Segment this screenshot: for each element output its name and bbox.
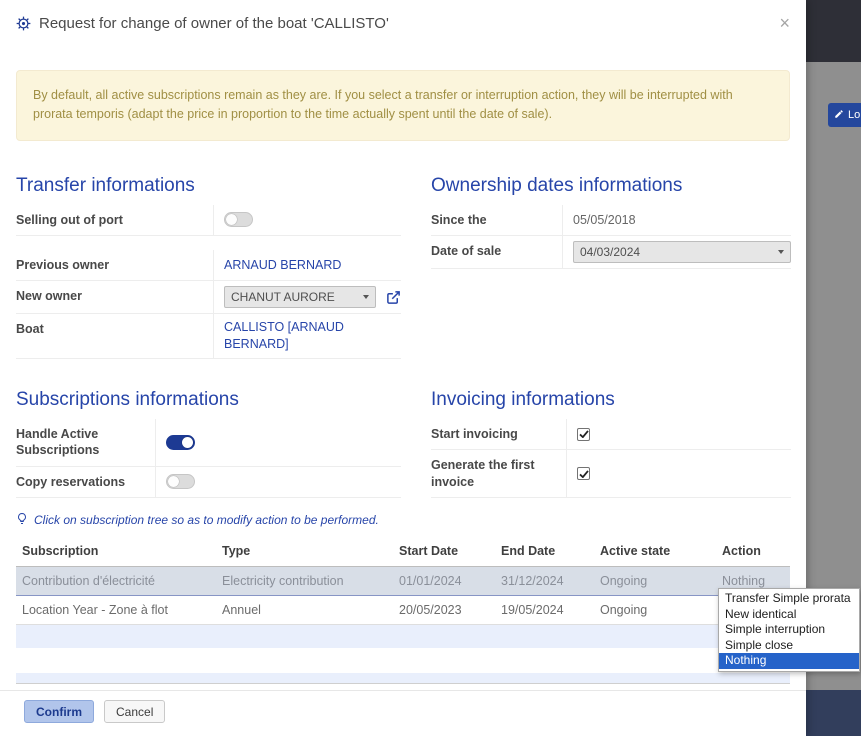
section-title-ownership: Ownership dates informations — [431, 174, 683, 196]
cell-subscription: Location Year - Zone à flot — [16, 595, 216, 625]
empty-row — [16, 673, 790, 684]
subscriptions-table: Subscription Type Start Date End Date Ac… — [16, 535, 790, 684]
since-the-value: 05/05/2018 — [573, 212, 636, 227]
warning-banner: By default, all active subscriptions rem… — [16, 70, 790, 141]
log-button-label: Lo — [848, 109, 861, 121]
new-owner-value: CHANUT AURORE — [231, 290, 335, 305]
section-title-transfer: Transfer informations — [16, 174, 195, 196]
date-of-sale-input[interactable]: 04/03/2024 — [573, 241, 791, 263]
start-invoicing-checkbox[interactable] — [577, 427, 590, 441]
start-invoicing-row: Start invoicing — [431, 419, 791, 451]
generate-invoice-checkbox[interactable] — [577, 467, 590, 480]
background-header-block — [806, 0, 861, 62]
date-of-sale-row: Date of sale 04/03/2024 — [431, 236, 791, 269]
cell-active-state: Ongoing — [594, 566, 716, 596]
dropdown-option[interactable]: Transfer Simple prorata — [719, 591, 859, 607]
confirm-button[interactable]: Confirm — [24, 700, 94, 723]
modal-body: By default, all active subscriptions rem… — [0, 46, 806, 690]
handle-active-row: Handle Active Subscriptions — [16, 419, 401, 467]
copy-reservations-row: Copy reservations — [16, 466, 401, 498]
since-the-label: Since the — [431, 204, 563, 235]
section-invoicing: Invoicing informations Start invoicing G… — [431, 389, 791, 498]
col-end-date-header: End Date — [495, 535, 594, 567]
since-the-row: Since the 05/05/2018 — [431, 204, 791, 236]
selling-out-of-port-toggle[interactable] — [224, 212, 253, 228]
start-invoicing-label: Start invoicing — [431, 419, 567, 450]
generate-invoice-label: Generate the first invoice — [431, 450, 567, 497]
cell-end-date: 31/12/2024 — [495, 566, 594, 596]
ship-wheel-icon — [16, 16, 31, 31]
new-owner-select[interactable]: CHANUT AURORE — [224, 286, 376, 309]
table-row[interactable]: Location Year - Zone à flot Annuel 20/05… — [16, 595, 790, 625]
empty-row — [16, 624, 790, 649]
new-owner-label: New owner — [16, 281, 214, 314]
cell-type: Electricity contribution — [216, 566, 393, 596]
dropdown-option-selected[interactable]: Nothing — [719, 653, 859, 669]
new-owner-row: New owner CHANUT AURORE — [16, 281, 401, 315]
action-dropdown: Transfer Simple prorata New identical Si… — [718, 588, 860, 672]
pencil-icon — [834, 109, 844, 122]
handle-active-toggle[interactable] — [166, 434, 195, 450]
cell-type: Annuel — [216, 595, 393, 625]
previous-owner-link[interactable]: ARNAUD BERNARD — [224, 258, 341, 272]
boat-label: Boat — [16, 314, 214, 358]
previous-owner-label: Previous owner — [16, 250, 214, 281]
modal-header: Request for change of owner of the boat … — [0, 0, 806, 46]
form-grid: Transfer informations Selling out of por… — [16, 175, 791, 498]
modal-title: Request for change of owner of the boat … — [39, 14, 389, 32]
owner-group: Previous owner ARNAUD BERNARD New owner … — [16, 250, 401, 359]
selling-out-of-port-label: Selling out of port — [16, 204, 214, 235]
date-of-sale-label: Date of sale — [431, 236, 563, 268]
boat-row: Boat CALLISTO [ARNAUD BERNARD] — [16, 314, 401, 359]
col-subscription-header: Subscription — [16, 535, 216, 567]
copy-reservations-toggle[interactable] — [166, 474, 195, 490]
hint: Click on subscription tree so as to modi… — [16, 512, 790, 528]
empty-row — [16, 648, 790, 674]
handle-active-label: Handle Active Subscriptions — [16, 419, 156, 466]
section-title-subscriptions: Subscriptions informations — [16, 389, 239, 410]
screen: Lo Request for change of owner of the bo… — [0, 0, 861, 736]
col-action-header: Action — [716, 535, 790, 567]
section-transfer: Transfer informations Selling out of por… — [16, 175, 401, 359]
lightbulb-icon — [16, 512, 28, 528]
section-subscriptions: Subscriptions informations Handle Active… — [16, 389, 401, 498]
cell-subscription: Contribution d'électricité — [16, 566, 216, 596]
chevron-down-icon — [778, 250, 784, 254]
table-row[interactable]: Contribution d'électricité Electricity c… — [16, 566, 790, 596]
section-title-invoicing: Invoicing informations — [431, 389, 615, 410]
col-start-date-header: Start Date — [393, 535, 495, 567]
external-link-icon[interactable] — [386, 290, 401, 305]
generate-invoice-row: Generate the first invoice — [431, 450, 791, 498]
background-footer-block — [806, 690, 861, 736]
dropdown-option[interactable]: Simple close — [719, 638, 859, 654]
change-owner-modal: Request for change of owner of the boat … — [0, 0, 806, 736]
cell-active-state: Ongoing — [594, 595, 716, 625]
hint-text: Click on subscription tree so as to modi… — [34, 512, 379, 527]
dropdown-option[interactable]: Simple interruption — [719, 622, 859, 638]
close-icon[interactable]: × — [779, 14, 790, 32]
section-ownership: Ownership dates informations Since the 0… — [431, 175, 791, 359]
selling-out-of-port-row: Selling out of port — [16, 204, 401, 236]
dropdown-option[interactable]: New identical — [719, 607, 859, 623]
col-type-header: Type — [216, 535, 393, 567]
cell-start-date: 01/01/2024 — [393, 566, 495, 596]
previous-owner-row: Previous owner ARNAUD BERNARD — [16, 250, 401, 282]
table-header-row: Subscription Type Start Date End Date Ac… — [16, 535, 790, 567]
col-active-state-header: Active state — [594, 535, 716, 567]
copy-reservations-label: Copy reservations — [16, 466, 156, 497]
log-button[interactable]: Lo — [828, 103, 861, 127]
date-of-sale-value: 04/03/2024 — [580, 245, 641, 259]
modal-footer: Confirm Cancel — [0, 690, 806, 736]
boat-link[interactable]: CALLISTO [ARNAUD BERNARD] — [224, 319, 352, 353]
cell-start-date: 20/05/2023 — [393, 595, 495, 625]
cell-end-date: 19/05/2024 — [495, 595, 594, 625]
chevron-down-icon — [363, 295, 369, 300]
cancel-button[interactable]: Cancel — [104, 700, 166, 723]
